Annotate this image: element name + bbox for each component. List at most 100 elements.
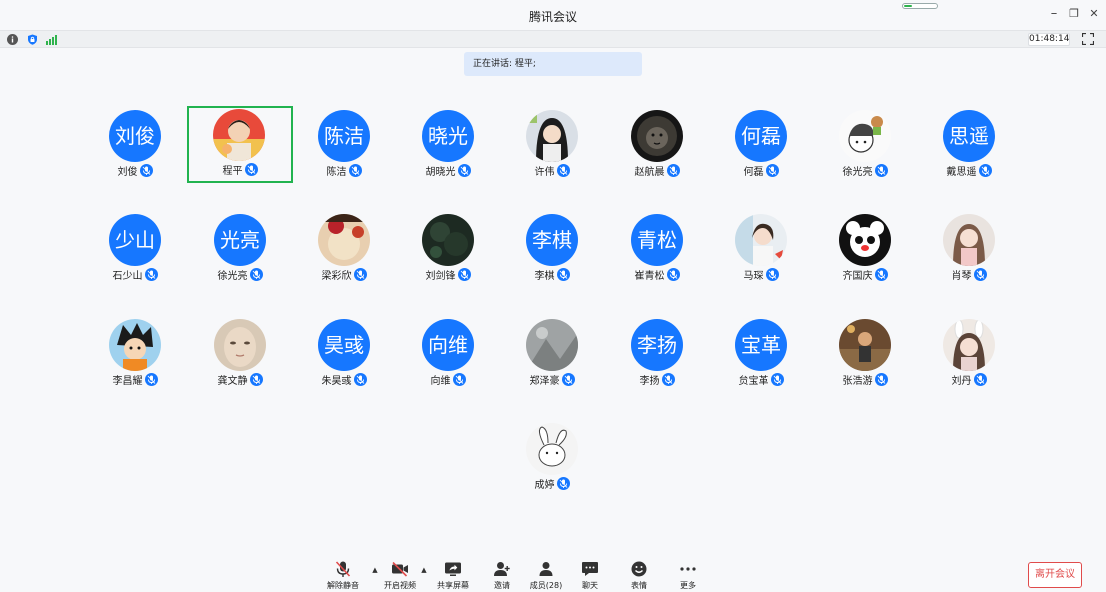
participant-tile[interactable]: 李棋 李棋 bbox=[500, 211, 604, 289]
mic-muted-icon bbox=[452, 373, 466, 386]
participant-tile[interactable]: 肖琴 bbox=[917, 211, 1021, 289]
signal-strength-icon[interactable] bbox=[46, 34, 57, 45]
close-button[interactable]: ✕ bbox=[1086, 6, 1102, 22]
share-screen-label: 共享屏幕 bbox=[437, 581, 469, 590]
share-screen-button[interactable]: 共享屏幕 bbox=[430, 560, 476, 592]
minimize-button[interactable]: – bbox=[1046, 6, 1062, 22]
avatar-photo-girl-pink bbox=[943, 214, 995, 266]
participant-tile[interactable]: 梁彩欣 bbox=[292, 211, 396, 289]
participant-name-row: 崔青松 bbox=[605, 268, 709, 283]
avatar: 昊彧 bbox=[318, 319, 370, 371]
avatar-photo-rabbit-sketch bbox=[526, 423, 578, 475]
window-title: 腾讯会议 bbox=[528, 10, 577, 24]
participant-tile[interactable]: 向维 向维 bbox=[396, 316, 500, 394]
avatar: 李棋 bbox=[526, 214, 578, 266]
participant-tile[interactable]: 龚文静 bbox=[188, 316, 292, 394]
avatar-photo-lion bbox=[631, 110, 683, 162]
participant-tile[interactable]: 思遥 戴思遥 bbox=[917, 107, 1021, 185]
participant-tile[interactable]: 赵航晨 bbox=[605, 107, 709, 185]
participant-tile[interactable]: 青松 崔青松 bbox=[605, 211, 709, 289]
fullscreen-icon[interactable] bbox=[1082, 33, 1094, 45]
chat-icon bbox=[582, 562, 598, 576]
participant-name: 胡晓光 bbox=[425, 167, 456, 178]
info-icon[interactable] bbox=[7, 34, 18, 45]
participant-tile[interactable]: 徐光亮 bbox=[813, 107, 917, 185]
mic-muted-icon bbox=[556, 164, 570, 177]
participant-tile[interactable]: 张浩游 bbox=[813, 316, 917, 394]
participant-tile[interactable]: 光亮 徐光亮 bbox=[188, 211, 292, 289]
members-button[interactable]: 成员(28) bbox=[523, 560, 569, 592]
avatar: 刘俊 bbox=[109, 110, 161, 162]
participant-tile[interactable]: 许伟 bbox=[500, 107, 604, 185]
participant-name: 李棋 bbox=[534, 271, 555, 282]
mic-muted-icon bbox=[139, 164, 153, 177]
participant-name-row: 戴思遥 bbox=[917, 164, 1021, 179]
participant-name: 肖琴 bbox=[951, 271, 972, 282]
invite-button[interactable]: 邀请 bbox=[479, 560, 525, 592]
start-video-button[interactable]: 开启视频 bbox=[377, 560, 423, 592]
participant-tile[interactable]: 刘剑锋 bbox=[396, 211, 500, 289]
participant-name-row: 陈洁 bbox=[292, 164, 396, 179]
leave-meeting-button[interactable]: 离开会议 bbox=[1028, 562, 1082, 588]
avatar: 光亮 bbox=[214, 214, 266, 266]
participant-tile[interactable]: 刘俊 刘俊 bbox=[83, 107, 187, 185]
participant-tile[interactable]: 李昌耀 bbox=[83, 316, 187, 394]
video-options-caret[interactable]: ▲ bbox=[420, 566, 428, 574]
participant-tile[interactable]: 何磊 何磊 bbox=[709, 107, 813, 185]
avatar-photo-brown bbox=[839, 319, 891, 371]
mic-muted-icon bbox=[353, 373, 367, 386]
status-bar: 01:48:14 bbox=[0, 30, 1106, 48]
participant-name: 赵航晨 bbox=[634, 167, 665, 178]
chat-label: 聊天 bbox=[582, 581, 598, 590]
chat-button[interactable]: 聊天 bbox=[567, 560, 613, 592]
participant-name: 李昌耀 bbox=[112, 376, 143, 387]
mic-muted-icon bbox=[244, 163, 258, 176]
more-dots-icon bbox=[680, 567, 696, 571]
avatar-photo-gray bbox=[526, 319, 578, 371]
participant-name: 刘剑锋 bbox=[425, 271, 456, 282]
mic-muted-icon bbox=[348, 164, 362, 177]
participant-tile[interactable]: 齐国庆 bbox=[813, 211, 917, 289]
mic-muted-icon bbox=[457, 268, 471, 281]
unmute-button[interactable]: 解除静音 bbox=[320, 560, 366, 592]
meeting-timer: 01:48:14 bbox=[1028, 33, 1070, 46]
mic-muted-icon bbox=[353, 268, 367, 281]
mic-muted-icon bbox=[666, 164, 680, 177]
network-quality-indicator[interactable] bbox=[902, 3, 938, 9]
participant-tile[interactable]: 宝革 贠宝革 bbox=[709, 316, 813, 394]
invite-icon bbox=[494, 562, 510, 576]
participant-name: 程平 bbox=[222, 166, 243, 177]
reactions-label: 表情 bbox=[631, 581, 647, 590]
participant-tile[interactable]: 程平 bbox=[187, 106, 293, 183]
participant-tile[interactable]: 成婷 bbox=[500, 420, 604, 498]
restore-button[interactable]: ❐ bbox=[1066, 6, 1082, 22]
mic-muted-icon bbox=[249, 373, 263, 386]
emoji-icon bbox=[631, 561, 647, 577]
security-shield-icon[interactable] bbox=[27, 34, 38, 45]
avatar-photo-food bbox=[318, 214, 370, 266]
participant-tile[interactable]: 陈洁 陈洁 bbox=[292, 107, 396, 185]
participant-tile[interactable]: 马琛 bbox=[709, 211, 813, 289]
participant-name-row: 胡晓光 bbox=[396, 164, 500, 179]
mic-muted-icon bbox=[556, 268, 570, 281]
avatar-photo-dark-green bbox=[422, 214, 474, 266]
video-off-icon bbox=[392, 561, 408, 577]
participant-name: 马琛 bbox=[743, 271, 764, 282]
participant-tile[interactable]: 少山 石少山 bbox=[83, 211, 187, 289]
speaking-banner: 正在讲话: 程平; bbox=[464, 52, 642, 76]
participant-tile[interactable]: 李扬 李扬 bbox=[605, 316, 709, 394]
participant-tile[interactable]: 昊彧 朱昊彧 bbox=[292, 316, 396, 394]
participant-name-row: 程平 bbox=[189, 163, 291, 178]
participant-name: 何磊 bbox=[743, 167, 764, 178]
more-button[interactable]: 更多 bbox=[665, 560, 711, 592]
mic-muted-icon bbox=[144, 268, 158, 281]
reactions-button[interactable]: 表情 bbox=[616, 560, 662, 592]
mic-muted-icon bbox=[561, 373, 575, 386]
participant-tile[interactable]: 刘丹 bbox=[917, 316, 1021, 394]
participant-name-row: 贠宝革 bbox=[709, 373, 813, 388]
participant-tile[interactable]: 郑泽豪 bbox=[500, 316, 604, 394]
participant-tile[interactable]: 晓光 胡晓光 bbox=[396, 107, 500, 185]
participant-name-row: 徐光亮 bbox=[188, 268, 292, 283]
participant-name: 刘俊 bbox=[117, 167, 138, 178]
participant-name: 张浩游 bbox=[842, 376, 873, 387]
